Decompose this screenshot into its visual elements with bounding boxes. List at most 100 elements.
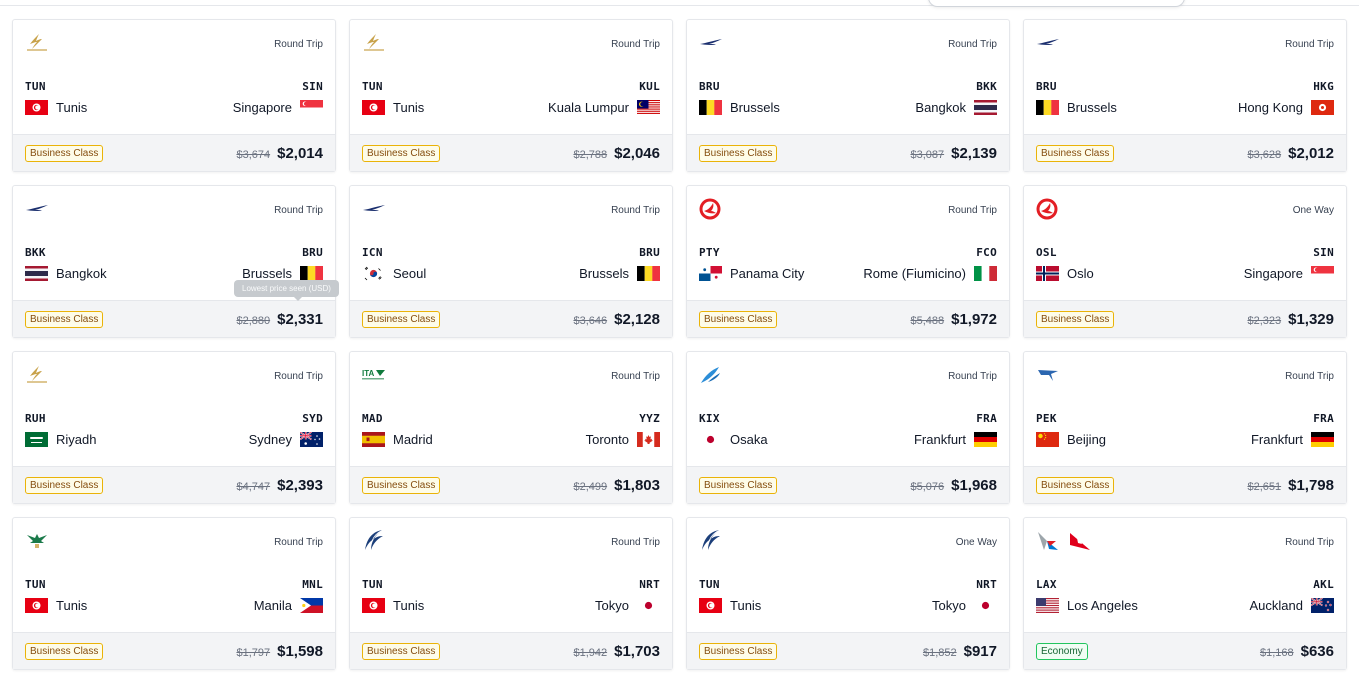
flight-deal-card[interactable]: Round Trip BRU BKK Brussels Bangkok Business … — [686, 19, 1010, 172]
destination-flag-icon — [974, 598, 997, 613]
airline-logos — [362, 200, 386, 222]
airport-codes: OSL SIN — [1036, 246, 1334, 259]
origin-flag-icon — [699, 432, 722, 447]
city-row: Madrid Toronto — [362, 432, 660, 447]
original-price[interactable]: $1,168 — [1260, 647, 1294, 659]
original-price[interactable]: $3,646 — [573, 315, 607, 327]
flight-deal-card[interactable]: One Way OSL SIN Oslo Singapore Business Class… — [1023, 185, 1347, 338]
flight-deal-card[interactable]: Round Trip KIX FRA Osaka Frankfurt Business C… — [686, 351, 1010, 504]
flight-deal-card[interactable]: Round Trip ICN BRU Seoul Brussels Business Cl… — [349, 185, 673, 338]
origin-flag-icon — [362, 100, 385, 115]
destination-city-name: Toronto — [585, 432, 629, 447]
destination-flag-icon — [300, 266, 323, 281]
destination-code: BRU — [302, 246, 323, 259]
flight-deal-card[interactable]: Round Trip TUN MNL Tunis Manila Business Clas… — [12, 517, 336, 670]
price-group: $2,651 $1,798 — [1247, 477, 1334, 494]
cabin-class-badge: Business Class — [1036, 310, 1115, 328]
destination-code: AKL — [1313, 578, 1334, 591]
flight-deal-card[interactable]: One Way TUN NRT Tunis Tokyo Business Class $1,… — [686, 517, 1010, 670]
origin-city: Osaka — [699, 432, 768, 447]
original-price[interactable]: $1,852 — [923, 647, 957, 659]
flight-deal-card[interactable]: ITA Round Trip MAD YYZ Madrid Toronto Business… — [349, 351, 673, 504]
flight-deal-card[interactable]: Round Trip BKK BRU Bangkok Brussels Business … — [12, 185, 339, 338]
origin-city-name: Seoul — [393, 266, 427, 281]
destination-flag-icon — [974, 432, 997, 447]
origin-city-name: Tunis — [393, 598, 425, 613]
original-price[interactable]: $2,651 — [1247, 481, 1281, 493]
destination-city-name: Sydney — [248, 432, 292, 447]
original-price[interactable]: $2,499 — [573, 481, 607, 493]
original-price[interactable]: $1,942 — [573, 647, 607, 659]
cabin-class-badge: Business Class — [25, 642, 104, 660]
original-price[interactable]: $2,788 — [573, 149, 607, 161]
deal-price: $1,798 — [1288, 476, 1334, 494]
airport-codes: TUN SIN — [25, 80, 323, 93]
price-group: $4,747 $2,393 — [236, 477, 323, 494]
flight-deal-card[interactable]: Round Trip LAX AKL Los Angeles Auckland Econo… — [1023, 517, 1347, 670]
top-panel-edge — [928, 0, 1185, 7]
original-price[interactable]: $3,628 — [1247, 149, 1281, 161]
destination-city: Rome (Fiumicino) — [863, 266, 997, 281]
price-group: $2,788 $2,046 — [573, 145, 660, 162]
flight-deal-card[interactable]: Round Trip TUN NRT Tunis Tokyo Business Class… — [349, 517, 673, 670]
origin-flag-icon — [699, 266, 722, 281]
china-southern-logo — [699, 366, 721, 389]
origin-code: ICN — [362, 246, 383, 259]
original-price[interactable]: $3,674 — [236, 149, 270, 161]
origin-city: Brussels — [1036, 100, 1117, 115]
finnair-logo — [699, 36, 723, 54]
original-price[interactable]: $5,076 — [910, 481, 944, 493]
deal-price: $636 — [1300, 642, 1334, 660]
deal-price: $1,803 — [614, 476, 660, 494]
destination-code: FCO — [976, 246, 997, 259]
original-price[interactable]: $5,488 — [910, 315, 944, 327]
flight-deal-card[interactable]: Round Trip TUN KUL Tunis Kuala Lumpur Busines… — [349, 19, 673, 172]
original-price[interactable]: $3,087 — [910, 149, 944, 161]
destination-city-name: Singapore — [1243, 266, 1303, 281]
cabin-class-badge: Business Class — [362, 642, 441, 660]
cabin-class-badge: Business Class — [699, 144, 778, 162]
deal-price: $1,968 — [951, 476, 997, 494]
deal-price: $2,331 — [277, 310, 323, 328]
card-footer: Business Class $3,628 $2,012 — [1024, 134, 1346, 171]
destination-code: MNL — [302, 578, 323, 591]
card-route: Round Trip KIX FRA Osaka Frankfurt — [687, 352, 1009, 467]
price-group: $3,646 $2,128 — [573, 311, 660, 328]
flight-deal-card[interactable]: Round Trip TUN SIN Tunis Singapore Business C… — [12, 19, 336, 172]
original-price[interactable]: $2,323 — [1247, 315, 1281, 327]
deal-price: $2,014 — [277, 144, 323, 162]
origin-flag-icon — [25, 598, 48, 613]
destination-flag-icon — [974, 100, 997, 115]
destination-code: FRA — [976, 412, 997, 425]
origin-city-name: Brussels — [730, 100, 780, 115]
trip-type: Round Trip — [611, 537, 660, 548]
card-route: One Way TUN NRT Tunis Tokyo — [687, 518, 1009, 633]
trip-type: One Way — [955, 537, 997, 548]
trip-type: Round Trip — [274, 205, 323, 216]
svg-text:ITA: ITA — [362, 369, 375, 378]
origin-city-name: Riyadh — [56, 432, 97, 447]
flight-deal-card[interactable]: Round Trip BRU HKG Brussels Hong Kong Busines… — [1023, 19, 1347, 172]
original-price[interactable]: $4,747 — [236, 481, 270, 493]
origin-flag-icon — [362, 266, 385, 281]
trip-type: Round Trip — [1285, 39, 1334, 50]
flight-deal-card[interactable]: Round Trip PTY FCO Panama City Rome (Fiumici… — [686, 185, 1010, 338]
airline-logos — [25, 365, 49, 388]
card-footer: Business Class $1,852 $917 — [687, 632, 1009, 669]
origin-city-name: Osaka — [730, 432, 768, 447]
flight-deal-card[interactable]: Round Trip RUH SYD Riyadh Sydney Business Cla… — [12, 351, 336, 504]
deal-price: $1,972 — [951, 310, 997, 328]
original-price[interactable]: $1,797 — [236, 647, 270, 659]
card-route: Round Trip RUH SYD Riyadh Sydney — [13, 352, 335, 467]
origin-city: Brussels — [699, 100, 780, 115]
flight-deal-card[interactable]: Round Trip PEK FRA Beijing Frankfurt Business… — [1023, 351, 1347, 504]
card-route: Round Trip PTY FCO Panama City Rome (Fiumici… — [687, 186, 1009, 301]
original-price[interactable]: $2,880 — [236, 315, 270, 327]
origin-city-name: Oslo — [1067, 266, 1094, 281]
trip-type: One Way — [1292, 205, 1334, 216]
deal-price: $2,128 — [614, 310, 660, 328]
origin-code: BKK — [25, 246, 46, 259]
price-group: $1,942 $1,703 — [573, 643, 660, 660]
destination-code: FRA — [1313, 412, 1334, 425]
origin-flag-icon — [25, 266, 48, 281]
